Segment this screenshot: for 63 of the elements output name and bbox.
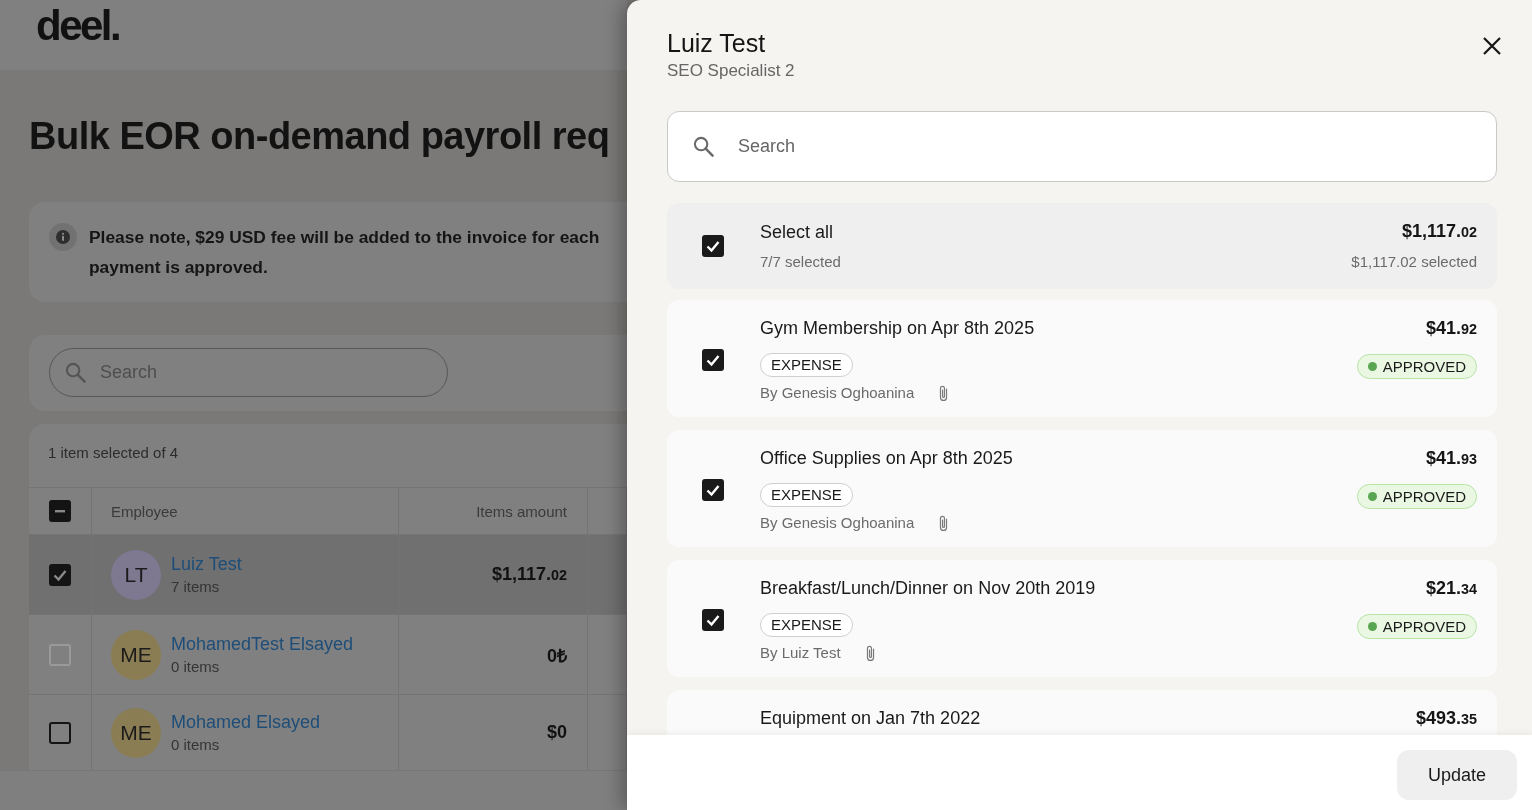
update-button[interactable]: Update [1397, 750, 1517, 800]
drawer-subtitle: SEO Specialist 2 [667, 60, 795, 82]
paperclip-icon[interactable] [938, 383, 950, 403]
table-row[interactable]: LT Luiz Test 7 items $1,117.02 [29, 535, 627, 615]
category-tag: EXPENSE [760, 353, 853, 377]
amount-text: $21.34 [1425, 577, 1477, 600]
search-icon [65, 362, 86, 383]
submitter-text: By Luiz Test [760, 643, 841, 663]
paperclip-icon[interactable] [864, 643, 876, 663]
category-tag: EXPENSE [760, 613, 853, 637]
expense-card[interactable]: Equipment on Jan 7th 2022 $493.35 [667, 690, 1497, 735]
selected-amount: $1,117.02 selected [1351, 252, 1477, 272]
status-label: APPROVED [1382, 488, 1466, 505]
select-all-label: Select all [760, 220, 834, 243]
column-header: Items amount [476, 502, 567, 520]
select-all-row[interactable]: Select all 7/7 selected $1,117.02 $1,117.02 selected [667, 203, 1497, 289]
status-label: APPROVED [1382, 618, 1466, 635]
avatar: ME [111, 629, 161, 680]
expense-title: Breakfast/Lunch/Dinner on Nov 20th 2019 [760, 577, 1096, 599]
selected-count: 7/7 selected [760, 251, 841, 272]
checkbox[interactable] [702, 349, 724, 371]
total-amount: $1,117.02 [1401, 220, 1477, 243]
expense-card[interactable]: Breakfast/Lunch/Dinner on Nov 20th 2019 EXPENSE By Luiz Test $21.34 APPROVED [667, 560, 1497, 677]
amount-text: $0 [546, 722, 567, 743]
logo[interactable]: deel. [36, 5, 120, 47]
selection-summary: 1 item selected of 4 [47, 443, 180, 463]
status-dot-icon [1367, 492, 1377, 501]
expense-card[interactable]: Office Supplies on Apr 8th 2025 EXPENSE By Genesis Oghoanina $41.93 APPROVED [667, 430, 1497, 547]
amount-text: $493.35 [1415, 707, 1477, 730]
status-dot-icon [1367, 622, 1377, 631]
items-count: 0 items [171, 734, 220, 755]
checkbox[interactable] [702, 609, 724, 631]
checkbox[interactable] [49, 721, 71, 744]
status-dot-icon [1367, 362, 1377, 371]
amount-text: $1,117.02 [491, 564, 567, 585]
checkbox[interactable] [49, 500, 71, 522]
page-title: Bulk EOR on-demand payroll req [29, 114, 610, 159]
search-icon [693, 136, 714, 157]
amount-text: 0₺ [547, 644, 567, 667]
column-header: Employee [111, 502, 178, 520]
items-count: 7 items [171, 576, 220, 597]
checkbox[interactable] [49, 563, 71, 586]
avatar: LT [111, 549, 161, 600]
paperclip-icon[interactable] [938, 513, 950, 533]
category-tag: EXPENSE [760, 483, 853, 507]
submitter-text: By Genesis Oghoanina [760, 513, 915, 533]
search-field[interactable]: Search [667, 111, 1497, 182]
notice-text: Please note, $29 USD fee will be added to the invoice for each payment is approved. [89, 226, 600, 279]
checkbox[interactable] [702, 479, 724, 501]
avatar: ME [111, 707, 161, 758]
info-icon [49, 223, 77, 251]
expense-title: Equipment on Jan 7th 2022 [760, 707, 981, 729]
amount-text: $41.93 [1425, 447, 1477, 470]
expense-title: Office Supplies on Apr 8th 2025 [760, 447, 1013, 469]
drawer-title: Luiz Test [667, 28, 766, 58]
close-icon[interactable] [1483, 37, 1501, 55]
submitter-text: By Genesis Oghoanina [760, 383, 915, 403]
status-label: APPROVED [1382, 358, 1466, 375]
checkbox[interactable] [702, 235, 724, 257]
amount-text: $41.92 [1425, 317, 1477, 340]
expense-card[interactable]: Gym Membership on Apr 8th 2025 EXPENSE By Genesis Oghoanina $41.92 APPROVED [667, 300, 1497, 417]
expense-title: Gym Membership on Apr 8th 2025 [760, 317, 1035, 339]
items-count: 0 items [171, 656, 220, 677]
